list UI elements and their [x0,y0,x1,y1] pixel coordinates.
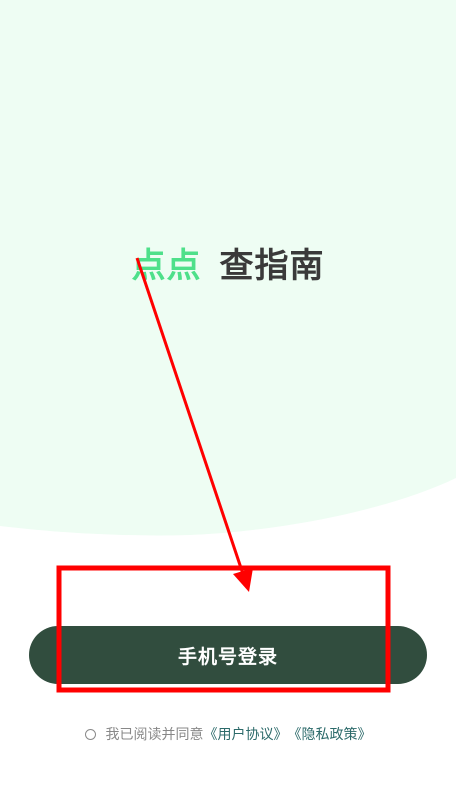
agreement-row: 我已阅读并同意 《用户协议》 《隐私政策》 [0,723,456,745]
logo-main-text: 查指南 [219,245,325,286]
login-screen: 点点 查指南 手机号登录 我已阅读并同意 《用户协议》 《隐私政策》 [0,0,456,811]
user-agreement-link[interactable]: 《用户协议》 [204,724,288,744]
agree-radio[interactable] [84,728,96,740]
agree-prefix: 我已阅读并同意 [105,727,204,743]
annotation-arrow-head [233,568,253,592]
app-logo: 点点 查指南 [0,238,456,286]
phone-login-button[interactable]: 手机号登录 [29,626,427,684]
logo-accent-text: 点点 [131,245,202,286]
privacy-policy-link[interactable]: 《隐私政策》 [288,724,372,744]
